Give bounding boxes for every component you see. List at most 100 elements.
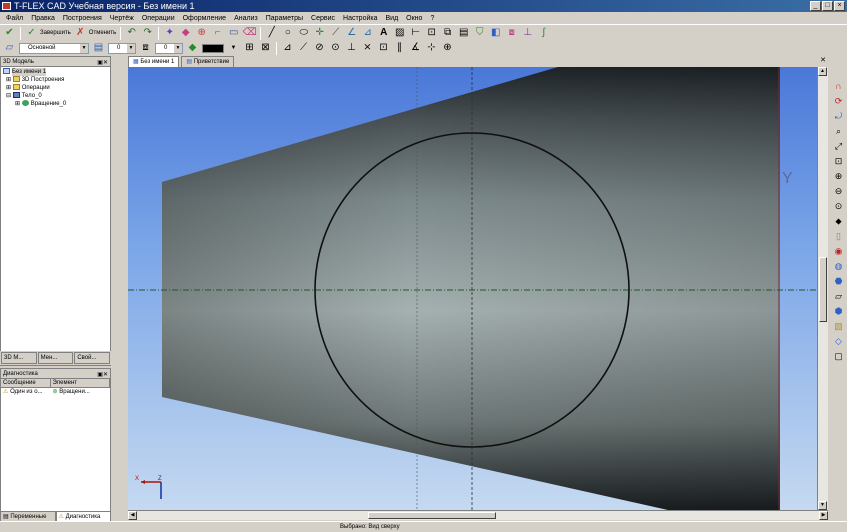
- box-icon[interactable]: ▧: [832, 320, 845, 333]
- zoom-all-icon[interactable]: ⊡: [832, 155, 845, 168]
- sketch-icon[interactable]: ⟋: [329, 27, 342, 40]
- snap-mid-icon[interactable]: ⟋: [297, 42, 310, 55]
- layer-select[interactable]: Основной ▼: [19, 42, 89, 54]
- assembly-icon[interactable]: ⧇: [505, 27, 518, 40]
- snap-perp-icon[interactable]: ⊥: [345, 42, 358, 55]
- zoom-fit-icon[interactable]: ⤢: [832, 140, 845, 153]
- menu-file[interactable]: Файл: [6, 15, 23, 22]
- diagnostics-row[interactable]: ⚠ Один из о... ⊛ Вращени...: [1, 388, 110, 397]
- scroll-thumb[interactable]: [819, 257, 827, 322]
- tree-item-body[interactable]: ⊟ Тело_0: [3, 92, 108, 100]
- snap-node-icon[interactable]: ⊠: [259, 42, 272, 55]
- tab-welcome[interactable]: ▤ Приветствие: [181, 56, 235, 67]
- minimize-button[interactable]: _: [810, 1, 821, 11]
- menu-service[interactable]: Сервис: [311, 15, 335, 22]
- workplane-icon[interactable]: ◆: [179, 27, 192, 40]
- snap-tangent-icon[interactable]: ⊘: [313, 42, 326, 55]
- circle-icon[interactable]: ○: [281, 27, 294, 40]
- plane-icon[interactable]: ⏥: [832, 290, 845, 303]
- zoom-out-icon[interactable]: ⊖: [832, 185, 845, 198]
- solid-icon[interactable]: ◧: [489, 27, 502, 40]
- pane-pin-close-icon[interactable]: ▣✕: [97, 370, 108, 380]
- measure-icon[interactable]: ⊿: [361, 27, 374, 40]
- crosshair-icon[interactable]: ✛: [313, 27, 326, 40]
- redo-icon[interactable]: ↷: [141, 27, 154, 40]
- horizontal-scrollbar[interactable]: ◀ ▶: [128, 510, 828, 520]
- menu-settings[interactable]: Настройка: [343, 15, 377, 22]
- text-icon[interactable]: A: [377, 27, 390, 40]
- finish-button[interactable]: ✓ Завершить: [25, 27, 71, 40]
- pan-icon[interactable]: ∩: [832, 80, 845, 93]
- close-tab-icon[interactable]: ✕: [820, 56, 826, 64]
- zoom-in-icon[interactable]: ⊕: [832, 170, 845, 183]
- shading-icon[interactable]: ◍: [832, 260, 845, 273]
- surface-icon[interactable]: ⬣: [832, 275, 845, 288]
- snap-quadrant-icon[interactable]: ⊕: [441, 42, 454, 55]
- axis-icon[interactable]: ⊥: [521, 27, 534, 40]
- snap-point-icon[interactable]: ⊡: [377, 42, 390, 55]
- menu-edit[interactable]: Правка: [31, 15, 55, 22]
- menu-help[interactable]: ?: [430, 15, 434, 22]
- snap-grid-icon[interactable]: ⊞: [243, 42, 256, 55]
- scroll-up-button[interactable]: ▲: [818, 67, 827, 76]
- priority-select[interactable]: 0 ▼: [155, 42, 183, 54]
- rotate-icon[interactable]: ⟳: [832, 95, 845, 108]
- undo-icon[interactable]: ↶: [125, 27, 138, 40]
- snap-end-icon[interactable]: ⊿: [281, 42, 294, 55]
- scroll-right-button[interactable]: ▶: [819, 511, 828, 520]
- path-icon[interactable]: ⌐: [211, 27, 224, 40]
- fragment-icon[interactable]: ⊡: [425, 27, 438, 40]
- orbit-icon[interactable]: ⤾: [832, 110, 845, 123]
- zoom-window-icon[interactable]: ⌕: [832, 125, 845, 138]
- tab-document[interactable]: ▦ Без имени 1: [128, 56, 180, 67]
- menu-analysis[interactable]: Анализ: [234, 15, 258, 22]
- point-icon[interactable]: ⊕: [195, 27, 208, 40]
- snap-intersect-icon[interactable]: ⨯: [361, 42, 374, 55]
- level-select[interactable]: 0 ▼: [108, 42, 136, 54]
- column-header-element[interactable]: Элемент: [51, 379, 110, 387]
- view-cube-icon[interactable]: ▢: [832, 350, 845, 363]
- menu-operations[interactable]: Операции: [142, 15, 175, 22]
- page-icon[interactable]: ▤: [457, 27, 470, 40]
- gem-icon[interactable]: ◇: [832, 335, 845, 348]
- vertical-scrollbar[interactable]: ▲ ▼: [817, 67, 828, 510]
- column-header-message[interactable]: Сообщение: [1, 379, 51, 387]
- checkmark-icon[interactable]: ✔: [3, 27, 16, 40]
- 3d-viewport[interactable]: Y X Z: [128, 67, 817, 510]
- layer-view-icon[interactable]: ▯: [832, 230, 845, 243]
- menu-window[interactable]: Окно: [406, 15, 422, 22]
- eraser-icon[interactable]: ⌫: [243, 27, 257, 40]
- angle-icon[interactable]: ∠: [345, 27, 358, 40]
- shield-icon[interactable]: ⛉: [473, 27, 486, 40]
- line-icon[interactable]: ╱: [265, 27, 278, 40]
- color-swatch[interactable]: [202, 43, 224, 53]
- hatch-icon[interactable]: ▨: [393, 27, 406, 40]
- menu-view[interactable]: Вид: [385, 15, 398, 22]
- ellipse-icon[interactable]: ⬭: [297, 27, 310, 40]
- menu-construct[interactable]: Построения: [63, 15, 102, 22]
- maximize-button[interactable]: □: [822, 1, 833, 11]
- tab-properties[interactable]: Свой...: [74, 352, 111, 364]
- pane-pin-close-icon[interactable]: ▣✕: [97, 58, 108, 68]
- rectangle-icon[interactable]: ▭: [227, 27, 240, 40]
- tab-3d-model[interactable]: 3D М...: [1, 352, 37, 364]
- chevron-down-icon[interactable]: ▼: [227, 42, 240, 55]
- node-icon[interactable]: ✦: [163, 27, 176, 40]
- menu-parameters[interactable]: Параметры: [266, 15, 303, 22]
- dimension-icon[interactable]: ⊢: [409, 27, 422, 40]
- material-icon[interactable]: ◉: [832, 245, 845, 258]
- close-button[interactable]: ×: [834, 1, 845, 11]
- menu-annotation[interactable]: Оформление: [183, 15, 226, 22]
- drawing-view-icon[interactable]: ⧉: [441, 27, 454, 40]
- tree-item-operations[interactable]: ⊞ Операции: [3, 84, 108, 92]
- cube-icon[interactable]: ⬢: [832, 305, 845, 318]
- snap-center-icon[interactable]: ⊙: [329, 42, 342, 55]
- snap-nearest-icon[interactable]: ⊹: [425, 42, 438, 55]
- tree-item-3d-constructions[interactable]: ⊞ 3D Построения: [3, 76, 108, 84]
- scroll-down-button[interactable]: ▼: [818, 501, 827, 510]
- select-icon[interactable]: ⬥: [832, 215, 845, 228]
- scroll-left-button[interactable]: ◀: [128, 511, 137, 520]
- tree-item-root[interactable]: Без имени 1: [3, 68, 108, 76]
- tree-item-revolution[interactable]: ⊞ Вращение_0: [3, 100, 108, 108]
- cancel-button[interactable]: ✗ Отменить: [74, 27, 116, 40]
